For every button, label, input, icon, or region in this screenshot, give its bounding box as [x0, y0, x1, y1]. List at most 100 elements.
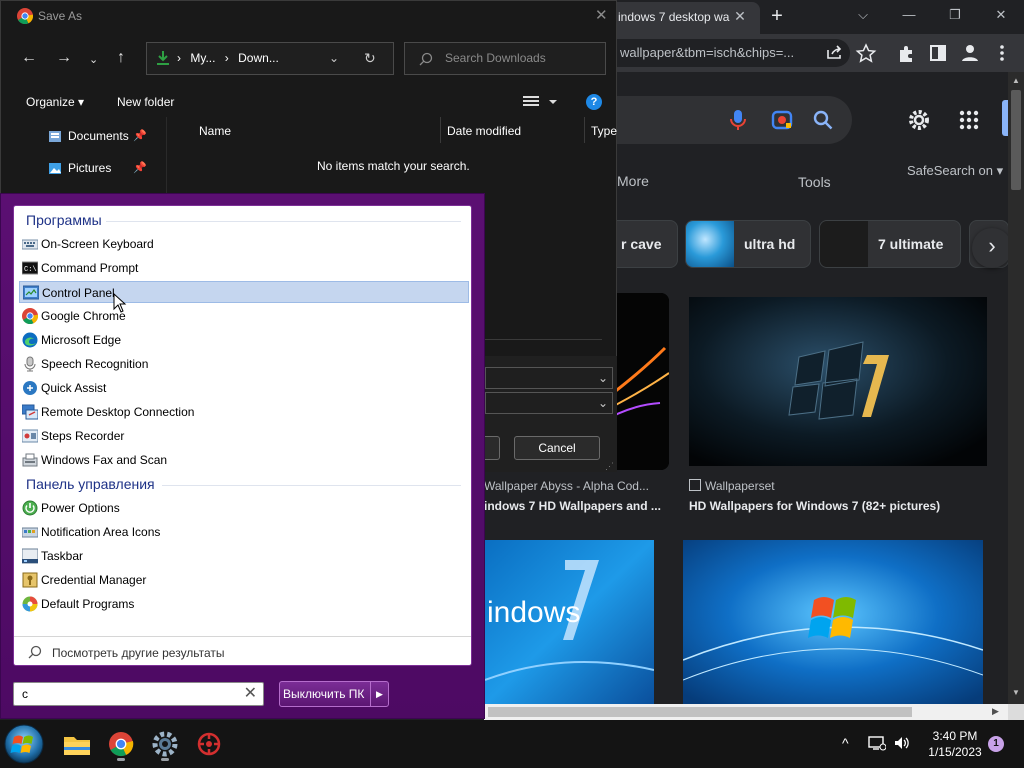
result-microsoft-edge[interactable]: Microsoft Edge: [19, 329, 469, 351]
scrollbar-thumb[interactable]: [1011, 90, 1021, 190]
result-command-prompt[interactable]: C:\ Command Prompt: [19, 257, 469, 279]
file-explorer-taskbar-icon[interactable]: [61, 728, 93, 760]
sidebar-item-documents[interactable]: Documents: [68, 129, 129, 143]
search-downloads-input[interactable]: Search Downloads: [404, 42, 606, 75]
address-breadcrumb[interactable]: › My... › Down... ⌄ ↻: [146, 42, 394, 75]
shutdown-button[interactable]: Выключить ПК ▶: [279, 681, 389, 707]
breadcrumb-separator-icon: ›: [177, 51, 181, 65]
column-date-modified[interactable]: Date modified: [447, 124, 521, 138]
result-taskbar[interactable]: Taskbar: [19, 545, 469, 567]
chrome-taskbar-icon[interactable]: [105, 728, 137, 760]
keyboard-icon: [22, 236, 38, 252]
back-arrow-icon[interactable]: ←: [21, 49, 37, 67]
search-icon[interactable]: [812, 109, 834, 131]
tray-overflow-chevron-icon[interactable]: ^: [842, 735, 849, 751]
menu-kebab-icon[interactable]: [990, 42, 1014, 64]
chip-7-ultimate[interactable]: 7 ultimate: [819, 220, 961, 268]
nav-tools[interactable]: Tools: [798, 174, 831, 190]
restore-button[interactable]: ❐: [932, 0, 978, 30]
result-on-screen-keyboard[interactable]: On-Screen Keyboard: [19, 233, 469, 255]
address-bar[interactable]: wallpaper&tbm=isch&chips=...: [600, 39, 850, 67]
chip-label: ultra hd: [744, 236, 796, 252]
minimize-button[interactable]: —: [886, 0, 932, 30]
side-panel-icon[interactable]: [926, 42, 950, 64]
result-power-options[interactable]: Power Options: [19, 497, 469, 519]
start-button[interactable]: [2, 722, 46, 766]
share-icon[interactable]: [822, 42, 846, 64]
forward-arrow-icon[interactable]: →: [56, 49, 72, 67]
refresh-icon[interactable]: ↻: [364, 43, 376, 74]
chip-ultra-hd[interactable]: ultra hd: [685, 220, 811, 268]
image-result[interactable]: [689, 297, 987, 466]
safesearch-toggle[interactable]: SafeSearch on ▾: [907, 163, 1003, 179]
volume-icon[interactable]: [893, 735, 911, 751]
up-arrow-icon[interactable]: ↑: [117, 49, 125, 67]
close-button[interactable]: ✕: [978, 0, 1024, 30]
breadcrumb-item[interactable]: Down...: [238, 51, 279, 65]
vertical-scrollbar[interactable]: ▲ ▼: [1008, 72, 1024, 704]
apps-grid-icon[interactable]: [959, 110, 979, 130]
voice-search-icon[interactable]: [727, 108, 749, 132]
image-result[interactable]: [683, 540, 983, 704]
remote-desktop-icon: [22, 404, 38, 420]
save-as-type-field[interactable]: ⌄: [485, 392, 613, 414]
view-options-icon[interactable]: [523, 94, 559, 110]
tab-close-icon[interactable]: ✕: [733, 9, 747, 23]
horizontal-scrollbar[interactable]: ▶: [484, 704, 1008, 720]
nav-more[interactable]: More: [617, 173, 649, 189]
new-tab-button[interactable]: +: [766, 6, 788, 28]
cancel-button[interactable]: Cancel: [514, 436, 600, 460]
system-clock[interactable]: 3:40 PM 1/15/2023: [918, 728, 992, 760]
result-remote-desktop-connection[interactable]: Remote Desktop Connection: [19, 401, 469, 423]
extensions-icon[interactable]: [894, 42, 918, 64]
result-quick-assist[interactable]: Quick Assist: [19, 377, 469, 399]
scroll-up-arrow-icon[interactable]: ▲: [1008, 76, 1024, 85]
result-title[interactable]: indows 7 HD Wallpapers and ...: [484, 499, 661, 513]
result-default-programs[interactable]: Default Programs: [19, 593, 469, 615]
result-speech-recognition[interactable]: Speech Recognition: [19, 353, 469, 375]
address-dropdown-icon[interactable]: ⌄: [329, 43, 339, 74]
help-icon[interactable]: ?: [586, 94, 602, 110]
chips-next-arrow-icon[interactable]: ›: [972, 228, 1012, 268]
result-title[interactable]: HD Wallpapers for Windows 7 (82+ picture…: [689, 499, 940, 513]
shutdown-options-arrow-icon[interactable]: ▶: [370, 682, 388, 706]
column-type[interactable]: Type: [591, 124, 617, 138]
app-taskbar-icon[interactable]: [193, 728, 225, 760]
result-google-chrome[interactable]: Google Chrome: [19, 305, 469, 327]
dropdown-chevron-icon[interactable]: ⌄: [598, 396, 608, 410]
resize-grip-icon[interactable]: ⋰: [605, 461, 614, 472]
clear-search-icon[interactable]: ✕: [244, 683, 257, 705]
bookmark-star-icon[interactable]: [854, 42, 878, 64]
column-name[interactable]: Name: [199, 124, 231, 138]
network-icon[interactable]: [868, 735, 886, 751]
dropdown-chevron-icon[interactable]: ⌄: [598, 371, 608, 385]
result-source[interactable]: Wallpaper Abyss - Alpha Cod...: [484, 479, 649, 493]
settings-gear-icon[interactable]: [907, 108, 931, 132]
recent-locations-chevron-icon[interactable]: ⌄: [89, 53, 98, 66]
organize-menu[interactable]: Organize ▾: [26, 95, 84, 109]
dialog-close-icon[interactable]: ✕: [595, 6, 608, 24]
column-divider[interactable]: [584, 117, 585, 143]
settings-taskbar-icon[interactable]: [149, 728, 181, 760]
save-button[interactable]: [485, 436, 500, 460]
start-search-input[interactable]: c ✕: [13, 682, 264, 706]
result-notification-area-icons[interactable]: Notification Area Icons: [19, 521, 469, 543]
column-divider[interactable]: [440, 117, 441, 143]
new-folder-button[interactable]: New folder: [117, 95, 174, 109]
file-name-field[interactable]: ⌄: [485, 367, 613, 389]
result-windows-fax-and-scan[interactable]: Windows Fax and Scan: [19, 449, 469, 471]
breadcrumb-item[interactable]: My...: [190, 51, 215, 65]
lens-search-icon[interactable]: [771, 109, 795, 131]
result-control-panel[interactable]: Control Panel: [19, 281, 469, 303]
scroll-down-arrow-icon[interactable]: ▼: [1008, 688, 1024, 697]
see-more-results-link[interactable]: Посмотреть другие результаты: [26, 645, 476, 660]
result-credential-manager[interactable]: Credential Manager: [19, 569, 469, 591]
sidebar-item-pictures[interactable]: Pictures: [68, 161, 111, 175]
scroll-right-arrow-icon[interactable]: ▶: [992, 706, 999, 717]
notification-badge[interactable]: 1: [988, 736, 1004, 752]
result-steps-recorder[interactable]: Steps Recorder: [19, 425, 469, 447]
result-source[interactable]: Wallpaperset: [705, 479, 775, 493]
profile-icon[interactable]: [958, 42, 982, 64]
tab-search-icon[interactable]: ⌵: [840, 0, 886, 30]
scrollbar-thumb[interactable]: [488, 707, 912, 717]
